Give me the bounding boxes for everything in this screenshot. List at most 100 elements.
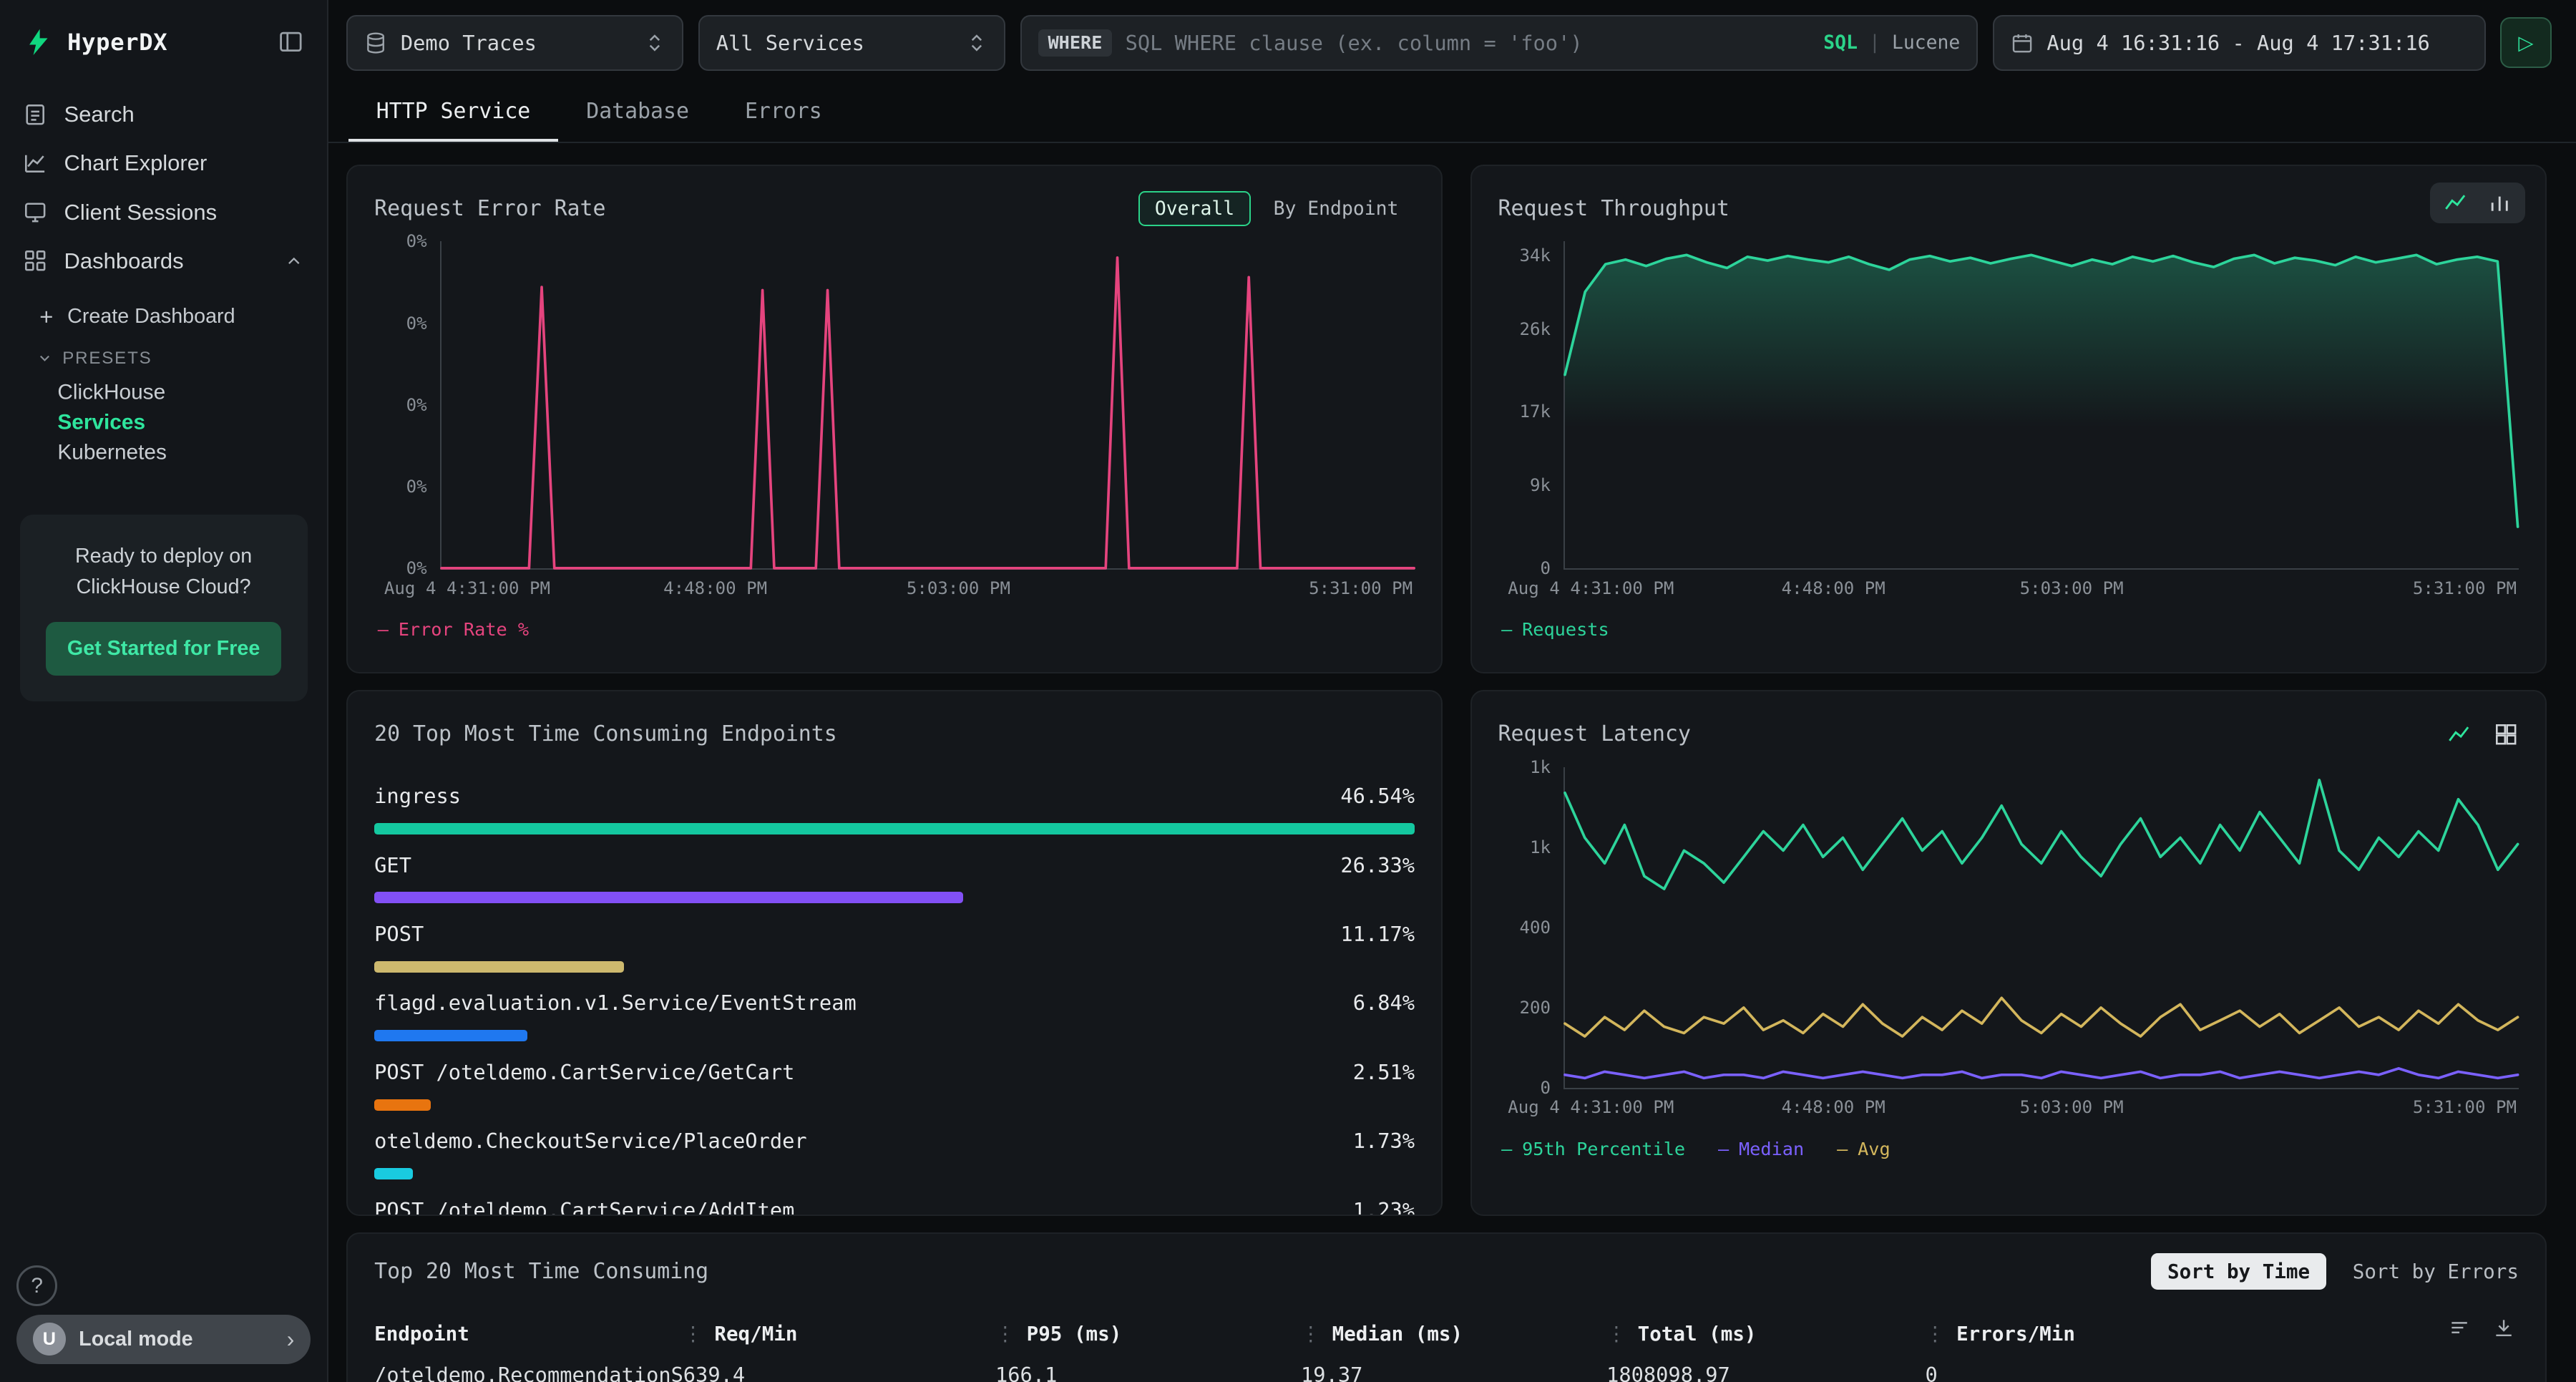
column-header[interactable]: ⋮Total (ms) <box>1606 1323 1925 1345</box>
local-mode-pill[interactable]: U Local mode › <box>16 1315 311 1364</box>
get-started-button[interactable]: Get Started for Free <box>46 622 281 675</box>
sidebar-item-chart-explorer[interactable]: Chart Explorer <box>0 139 327 188</box>
legend-item[interactable]: —Avg <box>1837 1139 1890 1159</box>
legend-item[interactable]: —Requests <box>1501 619 1609 640</box>
main-area: Demo Traces All Services WHERE SQL | Luc… <box>328 0 2576 1382</box>
help-button[interactable]: ? <box>16 1265 57 1306</box>
sort-by-time-button[interactable]: Sort by Time <box>2151 1253 2326 1289</box>
endpoint-bar-item[interactable]: POST11.17% <box>374 918 1415 973</box>
endpoint-bar-item[interactable]: oteldemo.CheckoutService/PlaceOrder1.73% <box>374 1125 1415 1179</box>
sort-by-errors-button[interactable]: Sort by Errors <box>2353 1260 2519 1283</box>
topbar: Demo Traces All Services WHERE SQL | Luc… <box>328 0 2576 85</box>
table-cell: /oteldemo.RecommendationServ <box>374 1363 683 1382</box>
column-drag-icon[interactable]: ⋮ <box>683 1323 703 1345</box>
create-dashboard-button[interactable]: Create Dashboard <box>0 296 327 339</box>
bar-chart-icon[interactable] <box>2487 190 2512 215</box>
x-tick-label: 5:03:00 PM <box>2020 1097 2124 1117</box>
tab-http-service[interactable]: HTTP Service <box>348 85 559 141</box>
lucene-mode-button[interactable]: Lucene <box>1892 31 1960 54</box>
sort-controls: Sort by Time Sort by Errors <box>2151 1253 2519 1289</box>
endpoint-bar <box>374 1168 413 1179</box>
tab-database[interactable]: Database <box>558 85 717 141</box>
sidebar-item-kubernetes[interactable]: Kubernetes <box>0 432 190 472</box>
endpoint-bar-item[interactable]: flagd.evaluation.v1.Service/EventStream6… <box>374 987 1415 1041</box>
run-query-button[interactable]: ▷ <box>2500 17 2551 68</box>
column-header[interactable]: ⋮Errors/Min <box>1925 1323 2518 1345</box>
column-header-label: Req/Min <box>714 1323 797 1345</box>
column-drag-icon[interactable]: ⋮ <box>1925 1323 1945 1345</box>
legend-item[interactable]: —95th Percentile <box>1501 1139 1685 1159</box>
time-range-picker[interactable]: Aug 4 16:31:16 - Aug 4 17:31:16 <box>1993 15 2486 71</box>
legend-dash: — <box>1501 619 1512 640</box>
sidebar-item-search[interactable]: Search <box>0 90 327 139</box>
download-csv-icon[interactable] <box>2492 1316 2515 1344</box>
sidebar-item-dashboards[interactable]: Dashboards <box>0 237 327 286</box>
plot-area[interactable] <box>440 241 1415 570</box>
table-header-row: Endpoint⋮Req/Min⋮P95 (ms)⋮Median (ms)⋮To… <box>374 1316 2519 1353</box>
grid-icon <box>23 248 47 273</box>
service-select[interactable]: All Services <box>698 15 1005 71</box>
heatmap-chart-icon[interactable] <box>2494 722 2518 746</box>
line-chart-icon[interactable] <box>2443 190 2467 215</box>
endpoint-percent: 1.23% <box>1353 1194 1415 1216</box>
play-icon: ▷ <box>2518 31 2533 54</box>
hyperdx-logo-icon <box>23 26 54 58</box>
search-box[interactable]: WHERE SQL | Lucene <box>1020 15 1979 71</box>
column-header[interactable]: ⋮Median (ms) <box>1301 1323 1606 1345</box>
clickhouse-cloud-promo: Ready to deploy on ClickHouse Cloud? Get… <box>20 515 308 701</box>
x-tick-label: 5:03:00 PM <box>2020 578 2124 598</box>
sql-mode-button[interactable]: SQL <box>1823 31 1858 54</box>
line-chart-icon[interactable] <box>2446 722 2471 746</box>
source-select[interactable]: Demo Traces <box>346 15 683 71</box>
search-input[interactable] <box>1126 31 1810 55</box>
card-title: Request Error Rate <box>374 196 605 221</box>
legend-item[interactable]: —Median <box>1718 1139 1804 1159</box>
create-dashboard-label: Create Dashboard <box>67 305 235 329</box>
dashboard-content: Request Error Rate Overall By Endpoint 0… <box>328 143 2576 1382</box>
chart-legend: —95th Percentile —Median —Avg <box>1498 1139 2519 1159</box>
by-endpoint-toggle-button[interactable]: By Endpoint <box>1257 191 1415 226</box>
throughput-chart: 34k26k17k9k0 Aug 4 4:31:00 PM4:48:00 PM5… <box>1498 241 2519 640</box>
column-header[interactable]: ⋮ Req/Min <box>683 1323 995 1345</box>
table-options-icon[interactable] <box>2448 1316 2471 1344</box>
card-title: Request Latency <box>1498 721 1691 746</box>
endpoint-bar-row: GET26.33% <box>374 850 1415 882</box>
endpoint-bar-item[interactable]: ingress46.54% <box>374 780 1415 834</box>
service-select-value: All Services <box>716 31 864 55</box>
table-cell: 0 <box>1925 1363 2518 1382</box>
legend-item[interactable]: —Error Rate % <box>378 619 529 640</box>
column-header[interactable]: Endpoint <box>374 1323 683 1345</box>
endpoint-bar <box>374 823 1415 834</box>
top-endpoints-card: 20 Top Most Time Consuming Endpoints ing… <box>346 690 1442 1216</box>
column-drag-icon[interactable]: ⋮ <box>995 1323 1015 1345</box>
sidebar-item-client-sessions[interactable]: Client Sessions <box>0 188 327 237</box>
endpoint-bar-list: ingress46.54% GET26.33% POST11.17% flagd.ev… <box>374 780 1415 1216</box>
endpoint-label: POST /oteldemo.CartService/GetCart <box>374 1056 794 1089</box>
dashboard-tabs: HTTP Service Database Errors <box>328 85 2576 142</box>
endpoint-bar-item[interactable]: GET26.33% <box>374 850 1415 904</box>
table-cell: 1808098.97 <box>1606 1363 1925 1382</box>
x-tick-label: 5:31:00 PM <box>2413 578 2517 598</box>
brand[interactable]: HyperDX <box>23 26 167 58</box>
tab-errors[interactable]: Errors <box>717 85 850 141</box>
x-tick-label: 5:31:00 PM <box>1309 578 1413 598</box>
overall-toggle-button[interactable]: Overall <box>1138 191 1251 226</box>
endpoint-bar-item[interactable]: POST /oteldemo.CartService/GetCart 2.51% <box>374 1056 1415 1111</box>
plot-area[interactable] <box>1563 241 2519 570</box>
presets-toggle[interactable]: PRESETS <box>0 339 327 375</box>
table-row[interactable]: /oteldemo.RecommendationServ639.4166.119… <box>374 1352 2519 1382</box>
x-tick-label: Aug 4 4:31:00 PM <box>1508 578 1674 598</box>
y-tick-label: 9k <box>1530 475 1551 495</box>
endpoint-bar <box>374 961 624 973</box>
y-tick-label: 0 <box>1540 1078 1551 1098</box>
endpoint-bar <box>374 1030 527 1041</box>
table-cell: 166.1 <box>995 1363 1301 1382</box>
column-drag-icon[interactable]: ⋮ <box>1606 1323 1626 1345</box>
sidebar-collapse-icon[interactable] <box>278 29 304 55</box>
endpoint-percent: 2.51% <box>1353 1056 1415 1089</box>
endpoint-bar-item[interactable]: POST /oteldemo.CartService/AddItem1.23% <box>374 1194 1415 1216</box>
sidebar-header: HyperDX <box>0 0 327 80</box>
plot-area[interactable] <box>1563 767 2519 1089</box>
column-header[interactable]: ⋮P95 (ms) <box>995 1323 1301 1345</box>
column-drag-icon[interactable]: ⋮ <box>1301 1323 1321 1345</box>
